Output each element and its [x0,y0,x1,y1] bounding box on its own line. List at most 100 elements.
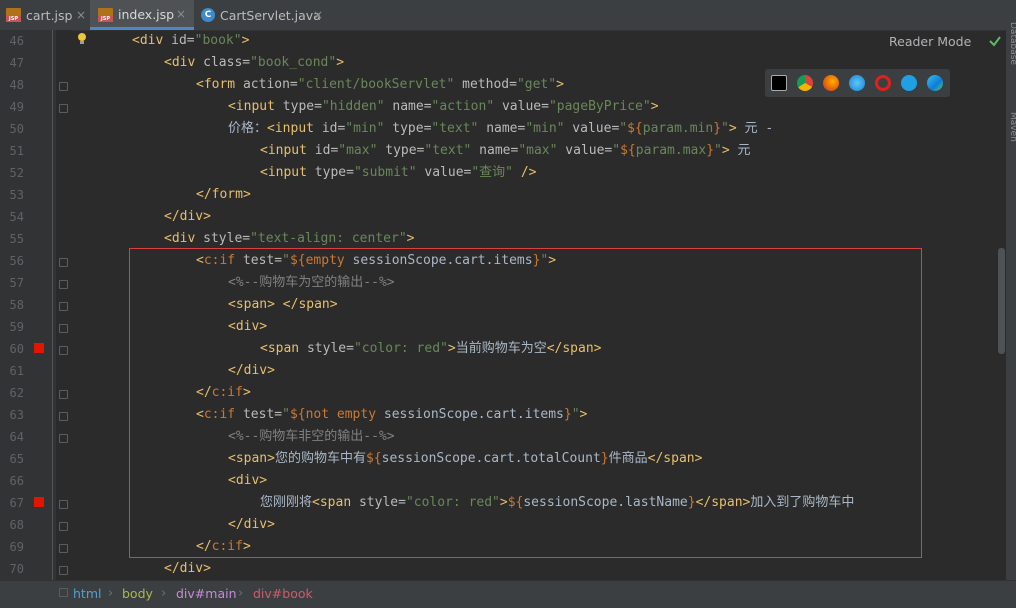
line-number: 63 [9,408,24,422]
close-icon[interactable]: × [313,0,323,31]
code-line[interactable]: </div> [72,558,1002,580]
breakpoint-icon[interactable] [34,343,44,353]
fold-icon[interactable] [59,280,68,289]
breadcrumb-separator: › [161,586,167,601]
tab-index-jsp[interactable]: JSP index.jsp × [90,0,194,30]
code-token: id= [321,121,346,136]
code-token: ${ [620,143,636,158]
line-number: 65 [9,452,24,466]
browser-toolbar [765,69,950,97]
code-token: type= [314,165,354,180]
safari-icon[interactable] [849,75,865,91]
line-number: 70 [9,562,24,576]
line-number: 66 [9,474,24,488]
code-token: name= [478,121,526,136]
code-line[interactable]: <div style="text-align: center"> [72,228,1002,250]
line-number: 49 [9,100,24,114]
code-line[interactable]: <input type="submit" value="查询" /> [72,162,1002,184]
code-token: <input [260,165,315,180]
reader-mode-button[interactable]: Reader Mode [889,34,971,49]
fold-icon[interactable] [59,588,68,597]
maven-tool-tab[interactable]: Maven [1008,112,1016,142]
line-numbers: 46 47 48 49 50 51 52 53 54 55 56 57 58 59 60 61 62 63 64 65… [0,30,24,580]
database-tool-tab[interactable]: Database [1008,22,1016,65]
code-token: <div [132,33,172,48]
fold-icon[interactable] [59,434,68,443]
breadcrumb: html › body › div#main › div#book [0,580,1016,608]
fold-icon[interactable] [59,500,68,509]
code-token: 元 [729,143,751,158]
code-line[interactable]: 价格：<input id="min" type="text" name="min… [72,118,1002,140]
chrome-icon[interactable] [797,75,813,91]
fold-icon[interactable] [59,390,68,399]
code-token: value= [557,143,613,158]
code-token: "book_cond" [250,55,337,70]
line-number: 53 [9,188,24,202]
fold-icon[interactable] [59,324,68,333]
fold-icon[interactable] [59,522,68,531]
code-token: param.min [642,121,714,136]
code-token: > [728,121,737,136]
breadcrumb-body[interactable]: body [122,581,153,607]
checkmark-icon [988,34,1002,52]
tab-label: index.jsp [118,7,175,22]
fold-icon[interactable] [59,346,68,355]
code-line[interactable]: <input type="hidden" name="action" value… [72,96,1002,118]
code-token: "client/bookServlet" [297,77,455,92]
breadcrumb-div-main[interactable]: div#main [176,581,237,607]
line-number: 60 [9,342,24,356]
fold-icon[interactable] [59,566,68,575]
code-line[interactable]: <input id="max" type="text" name="max" v… [72,140,1002,162]
code-token: style= [203,231,251,246]
code-token: type= [384,121,432,136]
editor-tab-bar: JSP cart.jsp × JSP index.jsp × C CartSer… [0,0,1016,31]
code-token: value= [494,99,549,114]
code-token: "max" [518,143,558,158]
code-token: </div> [164,209,211,224]
line-number: 54 [9,210,24,224]
vertical-scrollbar[interactable] [998,248,1005,354]
code-token: "pageByPrice" [548,99,651,114]
code-token: > [336,55,345,70]
code-token: class= [203,55,251,70]
code-line[interactable]: </div> [72,206,1002,228]
breadcrumb-div-book[interactable]: div#book [253,581,313,607]
code-token: type= [377,143,425,158]
code-token: "text" [424,143,472,158]
breakpoint-icon[interactable] [34,497,44,507]
code-token: </div> [164,561,211,576]
jsp-file-icon: JSP [98,8,113,22]
edge-icon[interactable] [927,75,943,91]
code-token: <div [164,231,204,246]
code-token: <form [196,77,243,92]
tab-cart-jsp[interactable]: JSP cart.jsp × [0,0,89,30]
code-token: } [713,121,722,136]
opera-icon[interactable] [875,75,891,91]
firefox-icon[interactable] [823,75,839,91]
line-number: 62 [9,386,24,400]
close-icon[interactable]: × [76,0,86,31]
fold-icon[interactable] [59,258,68,267]
code-token: <div [164,55,204,70]
breadcrumb-html[interactable]: html [73,581,101,607]
code-line[interactable]: <div id="book"> [72,30,1002,52]
code-line[interactable]: </form> [72,184,1002,206]
code-token: "min" [525,121,565,136]
code-token: <input [228,99,283,114]
line-number: 64 [9,430,24,444]
fold-icon[interactable] [59,302,68,311]
code-token: param.max [635,143,707,158]
code-token: id= [171,33,195,48]
ie-icon[interactable] [901,75,917,91]
code-token: "text" [431,121,479,136]
code-token: </form> [196,187,251,202]
fold-icon[interactable] [59,544,68,553]
fold-icon[interactable] [59,82,68,91]
fold-icon[interactable] [59,104,68,113]
fold-icon[interactable] [59,412,68,421]
close-icon[interactable]: × [176,0,186,29]
tab-cartservlet-java[interactable]: C CartServlet.java × [195,0,337,30]
intellij-icon[interactable] [771,75,787,91]
code-token: /> [513,165,537,180]
line-number: 55 [9,232,24,246]
